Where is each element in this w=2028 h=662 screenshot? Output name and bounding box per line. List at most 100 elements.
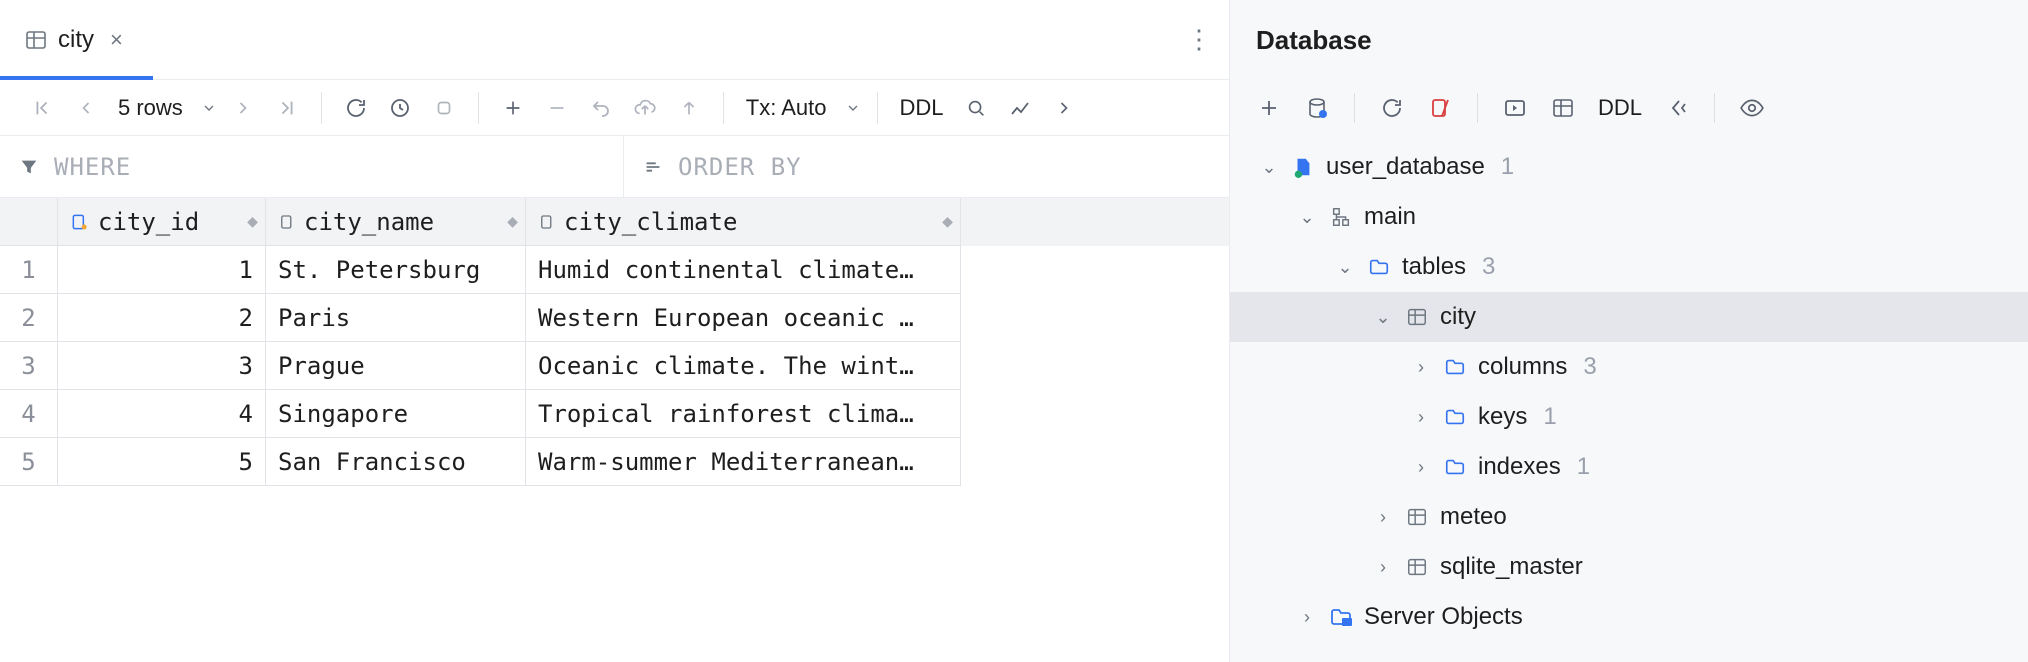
delete-row-icon[interactable]	[539, 90, 575, 126]
chart-icon[interactable]	[1002, 90, 1038, 126]
stop-icon[interactable]	[426, 90, 462, 126]
view-options-icon[interactable]	[1733, 89, 1771, 127]
row-count-label[interactable]: 5 rows	[112, 95, 189, 121]
sort-indicator-icon[interactable]: ◆	[247, 211, 255, 232]
toolbar-more-icon[interactable]	[1046, 90, 1082, 126]
sort-indicator-icon[interactable]: ◆	[507, 211, 515, 232]
clock-icon[interactable]	[382, 90, 418, 126]
tree-node-columns[interactable]: › columns 3	[1230, 342, 2028, 392]
chevron-down-icon[interactable]: ⌄	[1296, 207, 1318, 228]
folder-icon	[1442, 456, 1468, 478]
collapse-icon[interactable]	[1658, 89, 1696, 127]
close-icon[interactable]: ×	[104, 27, 129, 53]
ddl-button[interactable]: DDL	[1592, 95, 1648, 121]
row-gutter[interactable]: 3	[0, 342, 58, 390]
chevron-down-icon[interactable]: ⌄	[1372, 307, 1394, 328]
ddl-button[interactable]: DDL	[894, 95, 950, 121]
row-gutter[interactable]: 4	[0, 390, 58, 438]
chevron-down-icon[interactable]	[197, 100, 217, 116]
cell-city-id[interactable]: 2	[58, 294, 266, 342]
chevron-right-icon[interactable]: ›	[1410, 457, 1432, 478]
cell-city-climate[interactable]: Warm-summer Mediterranean…	[526, 438, 961, 486]
refresh-icon[interactable]	[1373, 89, 1411, 127]
column-header-city-id[interactable]: city_id ◆	[58, 198, 266, 246]
table-view-icon[interactable]	[1544, 89, 1582, 127]
chevron-right-icon[interactable]: ›	[1410, 407, 1432, 428]
jump-to-console-icon[interactable]	[1496, 89, 1534, 127]
cell-city-climate[interactable]: Western European oceanic …	[526, 294, 961, 342]
where-field[interactable]: WHERE	[0, 136, 624, 197]
upload-icon[interactable]	[671, 90, 707, 126]
chevron-right-icon[interactable]: ›	[1372, 557, 1394, 578]
chevron-down-icon[interactable]: ⌄	[1258, 157, 1280, 178]
commit-cloud-icon[interactable]	[627, 90, 663, 126]
tab-menu-button[interactable]: ⋮	[1169, 0, 1229, 79]
tree-node-keys[interactable]: › keys 1	[1230, 392, 2028, 442]
tree-node-meteo[interactable]: › meteo	[1230, 492, 2028, 542]
cell-city-name[interactable]: St. Petersburg	[266, 246, 526, 294]
chevron-down-icon[interactable]: ⌄	[1334, 257, 1356, 278]
cell-city-id[interactable]: 5	[58, 438, 266, 486]
cell-city-climate[interactable]: Oceanic climate. The wint…	[526, 342, 961, 390]
sort-indicator-icon[interactable]: ◆	[942, 211, 950, 232]
table-row[interactable]: 2 2 Paris Western European oceanic …	[0, 294, 1229, 342]
chevron-right-icon[interactable]: ›	[1410, 357, 1432, 378]
tab-title: city	[58, 26, 94, 54]
indexes-label: indexes	[1478, 453, 1561, 481]
tree-node-tables[interactable]: ⌄ tables 3	[1230, 242, 2028, 292]
revert-icon[interactable]	[583, 90, 619, 126]
row-gutter[interactable]: 1	[0, 246, 58, 294]
filter-icon	[18, 156, 40, 178]
chevron-down-icon[interactable]	[841, 100, 861, 116]
table-icon	[24, 28, 48, 52]
cell-city-id[interactable]: 3	[58, 342, 266, 390]
chevron-right-icon[interactable]: ›	[1296, 607, 1318, 628]
tree-node-indexes[interactable]: › indexes 1	[1230, 442, 2028, 492]
gutter-corner[interactable]	[0, 198, 58, 246]
cell-city-id[interactable]: 1	[58, 246, 266, 294]
reload-icon[interactable]	[338, 90, 374, 126]
tree-node-schema[interactable]: ⌄ main	[1230, 192, 2028, 242]
new-icon[interactable]	[1250, 89, 1288, 127]
next-page-icon[interactable]	[225, 90, 261, 126]
tree-node-database[interactable]: ⌄ user_database 1	[1230, 142, 2028, 192]
cell-city-name[interactable]: Paris	[266, 294, 526, 342]
tree-node-city[interactable]: ⌄ city	[1230, 292, 2028, 342]
result-grid: city_id ◆ city_name ◆ city_climate ◆ 1 1…	[0, 198, 1229, 486]
first-page-icon[interactable]	[24, 90, 60, 126]
tables-count: 3	[1482, 253, 1495, 281]
table-row[interactable]: 1 1 St. Petersburg Humid continental cli…	[0, 246, 1229, 294]
add-row-icon[interactable]	[495, 90, 531, 126]
tree-node-server-objects[interactable]: › Server Objects	[1230, 592, 2028, 642]
disconnect-icon[interactable]	[1421, 89, 1459, 127]
tab-city[interactable]: city ×	[0, 0, 153, 79]
tx-label[interactable]: Tx: Auto	[740, 95, 833, 121]
cell-city-id[interactable]: 4	[58, 390, 266, 438]
cell-city-name[interactable]: Prague	[266, 342, 526, 390]
city-label: city	[1440, 303, 1476, 331]
datasource-properties-icon[interactable]	[1298, 89, 1336, 127]
database-panel: Database DDL ⌄ user_database 1 ⌄ main	[1230, 0, 2028, 662]
search-icon[interactable]	[958, 90, 994, 126]
row-gutter[interactable]: 5	[0, 438, 58, 486]
where-label: WHERE	[54, 153, 131, 181]
tree-node-sqlite-master[interactable]: › sqlite_master	[1230, 542, 2028, 592]
order-by-field[interactable]: ORDER BY	[624, 136, 1229, 197]
prev-page-icon[interactable]	[68, 90, 104, 126]
table-icon	[1404, 306, 1430, 328]
table-row[interactable]: 5 5 San Francisco Warm-summer Mediterran…	[0, 438, 1229, 486]
chevron-right-icon[interactable]: ›	[1372, 507, 1394, 528]
db-count: 1	[1501, 153, 1514, 181]
column-header-city-name[interactable]: city_name ◆	[266, 198, 526, 246]
table-row[interactable]: 4 4 Singapore Tropical rainforest clima…	[0, 390, 1229, 438]
cell-city-name[interactable]: Singapore	[266, 390, 526, 438]
cell-city-name[interactable]: San Francisco	[266, 438, 526, 486]
folder-icon	[1442, 356, 1468, 378]
row-gutter[interactable]: 2	[0, 294, 58, 342]
table-row[interactable]: 3 3 Prague Oceanic climate. The wint…	[0, 342, 1229, 390]
result-toolbar: 5 rows Tx: Auto DDL	[0, 80, 1229, 136]
cell-city-climate[interactable]: Humid continental climate…	[526, 246, 961, 294]
cell-city-climate[interactable]: Tropical rainforest clima…	[526, 390, 961, 438]
last-page-icon[interactable]	[269, 90, 305, 126]
column-header-city-climate[interactable]: city_climate ◆	[526, 198, 961, 246]
